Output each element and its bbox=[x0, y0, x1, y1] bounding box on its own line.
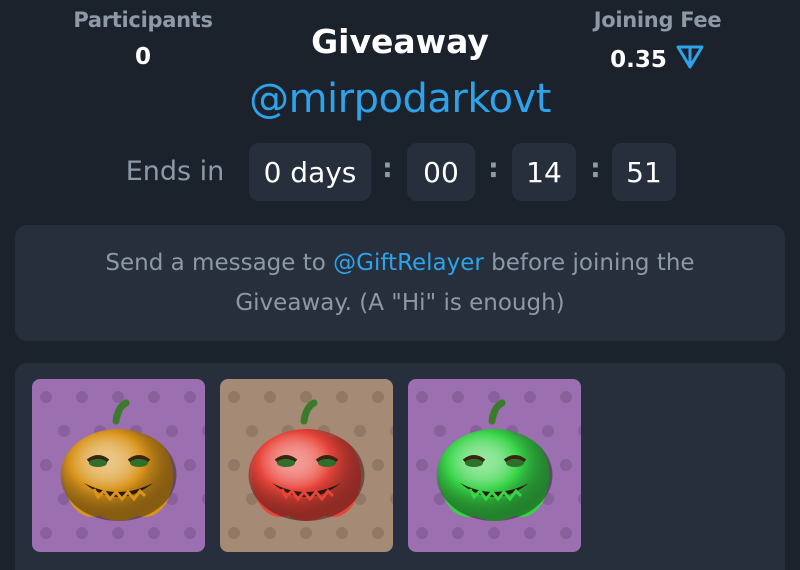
notice-line-2: Giveaway. (A "Hi" is enough) bbox=[235, 290, 565, 316]
joining-fee-value: 0.35 bbox=[610, 47, 667, 73]
pumpkin-gift-gold[interactable] bbox=[32, 379, 205, 552]
countdown-timer: Ends in 0 days : 00 : 14 : 51 bbox=[0, 143, 800, 201]
notice-suffix: before joining the bbox=[483, 250, 695, 276]
timer-separator: : bbox=[382, 153, 393, 184]
notice-line-1: Send a message to @GiftRelayer before jo… bbox=[15, 243, 785, 283]
timer-minutes: 14 bbox=[512, 143, 576, 201]
page-title: Giveaway bbox=[311, 22, 489, 61]
notice-prefix: Send a message to bbox=[105, 250, 334, 276]
timer-separator: : bbox=[488, 153, 499, 184]
ton-icon bbox=[675, 44, 705, 76]
joining-fee-amount: 0.35 bbox=[575, 44, 740, 76]
timer-seconds: 51 bbox=[612, 143, 676, 201]
giveaway-page: Participants 0 Giveaway Joining Fee 0.35… bbox=[0, 0, 800, 570]
instruction-notice: Send a message to @GiftRelayer before jo… bbox=[15, 225, 785, 341]
participants-count: 0 bbox=[134, 44, 151, 70]
ends-in-label: Ends in bbox=[125, 156, 225, 187]
timer-days: 0 days bbox=[249, 143, 371, 201]
joining-fee-label: Joining Fee bbox=[593, 8, 722, 32]
gift-list bbox=[15, 363, 785, 570]
timer-hours: 00 bbox=[407, 143, 475, 201]
gift-relayer-link[interactable]: @GiftRelayer bbox=[333, 250, 484, 276]
pumpkin-gift-red[interactable] bbox=[220, 379, 393, 552]
timer-separator: : bbox=[590, 153, 601, 184]
joining-fee-stat: Joining Fee 0.35 bbox=[575, 8, 740, 76]
pumpkin-gift-green[interactable] bbox=[408, 379, 581, 552]
participants-stat: Participants 0 bbox=[58, 8, 228, 70]
participants-label: Participants bbox=[73, 8, 213, 32]
channel-link[interactable]: @mirpodarkovt bbox=[200, 76, 600, 122]
